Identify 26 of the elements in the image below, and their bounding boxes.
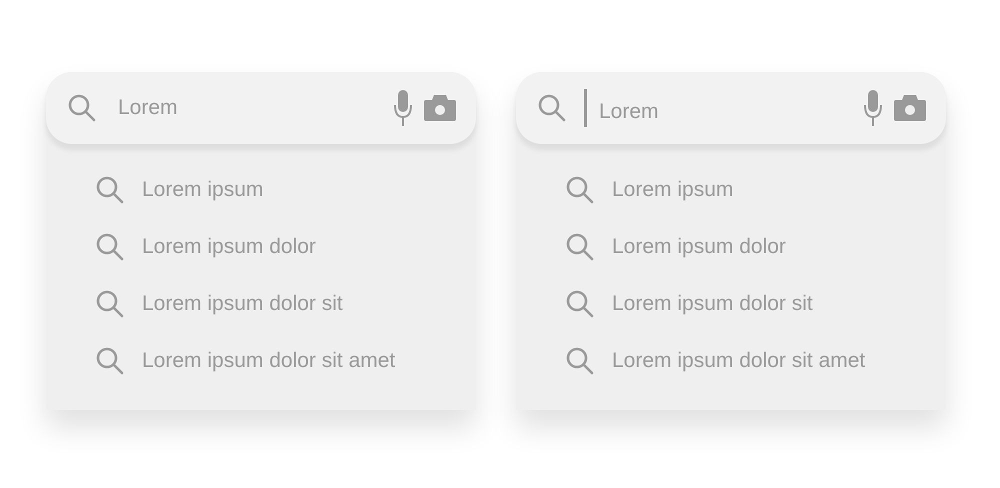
suggestion-item[interactable]: Lorem ipsum dolor: [564, 229, 946, 265]
suggestion-item[interactable]: Lorem ipsum: [94, 172, 476, 208]
search-icon: [94, 174, 126, 206]
suggestion-item[interactable]: Lorem ipsum dolor sit: [94, 286, 476, 322]
search-icon: [564, 345, 596, 377]
camera-icon[interactable]: [424, 95, 456, 121]
camera-icon[interactable]: [894, 95, 926, 121]
search-query: Lorem: [118, 95, 179, 122]
search-query: Lorem: [599, 99, 660, 126]
search-icon: [94, 231, 126, 263]
search-icon: [564, 288, 596, 320]
search-icon: [536, 92, 568, 124]
suggestion-item[interactable]: Lorem ipsum: [564, 172, 946, 208]
search-icon: [94, 288, 126, 320]
suggestion-item[interactable]: Lorem ipsum dolor sit: [564, 286, 946, 322]
microphone-icon[interactable]: [394, 90, 412, 126]
search-bar[interactable]: Lorem: [516, 72, 946, 144]
search-icon: [66, 92, 98, 124]
search-icon: [564, 174, 596, 206]
suggestion-item[interactable]: Lorem ipsum dolor: [94, 229, 476, 265]
search-icon: [564, 231, 596, 263]
suggestion-item[interactable]: Lorem ipsum dolor sit amet: [564, 343, 946, 379]
search-icon: [94, 345, 126, 377]
suggestion-item[interactable]: Lorem ipsum dolor sit amet: [94, 343, 476, 379]
microphone-icon[interactable]: [864, 90, 882, 126]
search-bar[interactable]: Lorem: [46, 72, 476, 144]
